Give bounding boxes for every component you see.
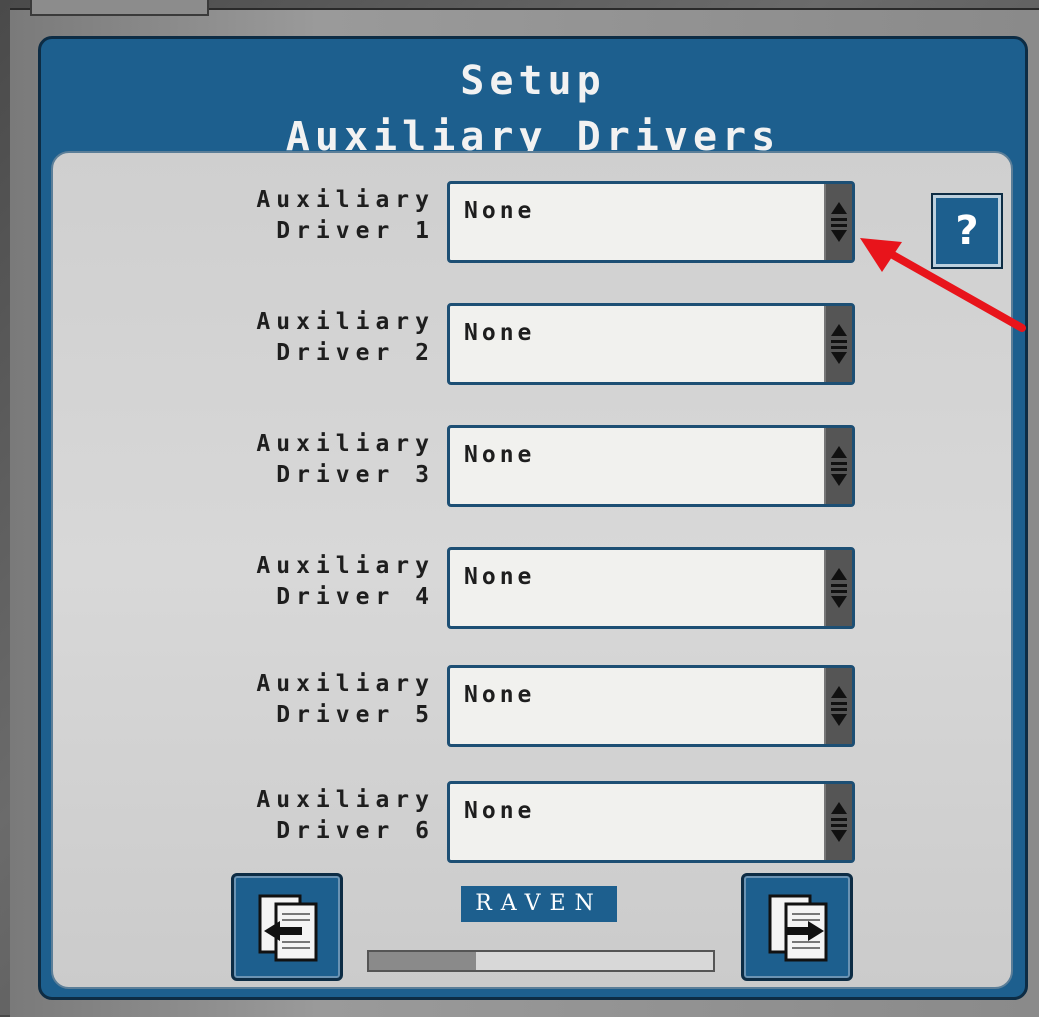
page-next-icon <box>768 894 828 962</box>
red-arrow-annotation <box>860 238 1026 332</box>
driver-label: Auxiliary Driver 5 <box>173 669 435 731</box>
driver-label-top: Auxiliary <box>256 309 435 335</box>
driver-select-value: None <box>464 320 536 346</box>
up-down-spinner-icon <box>831 324 847 364</box>
driver-label: Auxiliary Driver 6 <box>173 785 435 847</box>
driver-select-value: None <box>464 798 536 824</box>
driver-label-bottom: Driver 4 <box>276 584 435 610</box>
driver-row-4: Auxiliary Driver 4 None <box>53 533 1011 629</box>
driver-select-6[interactable]: None <box>447 781 855 863</box>
driver-label-top: Auxiliary <box>256 671 435 697</box>
progress-fill <box>369 952 476 970</box>
driver-select-2[interactable]: None <box>447 303 855 385</box>
driver-label: Auxiliary Driver 1 <box>173 185 435 247</box>
bezel-tab <box>30 0 209 16</box>
raven-logo: RAVEN <box>461 886 617 922</box>
display-screen: Setup Auxiliary Drivers Auxiliary Driver … <box>38 36 1028 1000</box>
up-down-spinner-icon <box>831 202 847 242</box>
driver-label-top: Auxiliary <box>256 187 435 213</box>
spinner-button[interactable] <box>824 184 852 260</box>
driver-label: Auxiliary Driver 4 <box>173 551 435 613</box>
driver-label: Auxiliary Driver 3 <box>173 429 435 491</box>
driver-label-bottom: Driver 1 <box>276 218 435 244</box>
page-title-line1: Setup <box>460 58 606 104</box>
spinner-button[interactable] <box>824 428 852 504</box>
driver-select-value: None <box>464 442 536 468</box>
spinner-button[interactable] <box>824 784 852 860</box>
spinner-button[interactable] <box>824 668 852 744</box>
driver-label: Auxiliary Driver 2 <box>173 307 435 369</box>
driver-label-top: Auxiliary <box>256 431 435 457</box>
driver-select-5[interactable]: None <box>447 665 855 747</box>
spinner-button[interactable] <box>824 306 852 382</box>
driver-label-bottom: Driver 2 <box>276 340 435 366</box>
driver-label-bottom: Driver 5 <box>276 702 435 728</box>
up-down-spinner-icon <box>831 446 847 486</box>
up-down-spinner-icon <box>831 568 847 608</box>
driver-label-top: Auxiliary <box>256 787 435 813</box>
driver-select-value: None <box>464 198 536 224</box>
progress-bar <box>367 950 715 972</box>
driver-select-1[interactable]: None <box>447 181 855 263</box>
driver-row-3: Auxiliary Driver 3 None <box>53 411 1011 507</box>
page-title: Setup Auxiliary Drivers <box>41 53 1025 165</box>
page-back-icon <box>258 894 318 962</box>
driver-label-bottom: Driver 3 <box>276 462 435 488</box>
driver-select-4[interactable]: None <box>447 547 855 629</box>
back-button[interactable] <box>231 873 343 981</box>
driver-label-top: Auxiliary <box>256 553 435 579</box>
next-button[interactable] <box>741 873 853 981</box>
driver-select-3[interactable]: None <box>447 425 855 507</box>
driver-select-value: None <box>464 564 536 590</box>
driver-row-5: Auxiliary Driver 5 None <box>53 651 1011 747</box>
up-down-spinner-icon <box>831 802 847 842</box>
driver-label-bottom: Driver 6 <box>276 818 435 844</box>
driver-select-value: None <box>464 682 536 708</box>
spinner-button[interactable] <box>824 550 852 626</box>
up-down-spinner-icon <box>831 686 847 726</box>
driver-row-6: Auxiliary Driver 6 None <box>53 767 1011 863</box>
